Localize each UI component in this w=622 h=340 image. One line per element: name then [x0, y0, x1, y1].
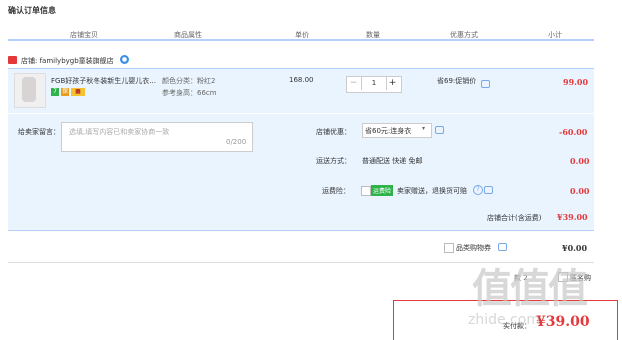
insurance-info-icon[interactable]	[484, 186, 493, 194]
insurance-text: 卖家赠送，退换货可赔	[397, 187, 467, 195]
page-title: 确认订单信息	[8, 6, 56, 15]
product-image-figure	[22, 77, 36, 102]
credit-card-icon[interactable]: ■	[71, 88, 85, 96]
discount-info-icon[interactable]	[481, 80, 490, 88]
seven-day-return-icon[interactable]: 7	[51, 88, 59, 96]
quantity-increase-button[interactable]: +	[386, 77, 399, 90]
coupon-select-value: 省60元:连身衣	[365, 127, 412, 135]
insurance-label: 运费险：	[322, 187, 350, 195]
shipping-label: 运送方式：	[316, 157, 351, 165]
watermark-logo: 值值值	[472, 266, 588, 312]
coupon-amount: -60.00	[559, 127, 588, 137]
shop-name-link[interactable]: 店铺: familybygb童装旗舰店	[21, 56, 114, 66]
insurance-amount: 0.00	[570, 186, 590, 196]
summary-amount: ¥39.00	[536, 314, 590, 330]
insurance-checkbox[interactable]	[361, 186, 371, 196]
shop-icon	[8, 56, 17, 64]
message-char-count: 0/200	[226, 138, 247, 146]
coupon-info-icon[interactable]	[435, 126, 444, 134]
shop-total-label: 店铺合计(含运费)	[487, 214, 542, 222]
help-icon[interactable]: ?	[473, 185, 483, 195]
chevron-down-icon: ▾	[422, 125, 426, 132]
watermark-site: zhide.com	[468, 312, 540, 328]
product-color-attr: 颜色分类：粉红2	[162, 77, 216, 85]
gift-card-amount: ¥0.00	[562, 243, 588, 253]
gift-card-checkbox[interactable]	[444, 243, 454, 253]
discount-label: 省69:促销价	[437, 77, 477, 85]
insurance-tag: 运费险	[371, 185, 394, 196]
quantity-input[interactable]: 1	[361, 77, 387, 90]
shipping-value: 普通配送 快递 免邮	[362, 157, 423, 165]
chat-icon[interactable]: ●	[120, 55, 129, 64]
item-subtotal: 99.00	[563, 77, 589, 87]
order-item-row	[8, 68, 594, 113]
quantity-decrease-button[interactable]: −	[347, 77, 360, 90]
message-placeholder: 选填,填写内容已和卖家协商一致	[69, 128, 170, 136]
coupon-label: 店铺优惠：	[316, 128, 351, 136]
header-divider	[8, 39, 594, 41]
message-label: 给卖家留言：	[18, 128, 60, 136]
gift-card-info-icon[interactable]	[498, 243, 507, 251]
product-size-attr: 参考身高：66cm	[162, 89, 217, 97]
guarantee-icon[interactable]: 保	[61, 88, 69, 96]
shop-total-amount: ¥39.00	[557, 212, 588, 222]
product-name-link[interactable]: FGB好孩子秋冬装新生儿婴儿衣...	[51, 76, 159, 86]
shipping-amount: 0.00	[570, 156, 590, 166]
gift-card-label: 品类购物券	[456, 244, 491, 252]
unit-price: 168.00	[289, 76, 314, 84]
